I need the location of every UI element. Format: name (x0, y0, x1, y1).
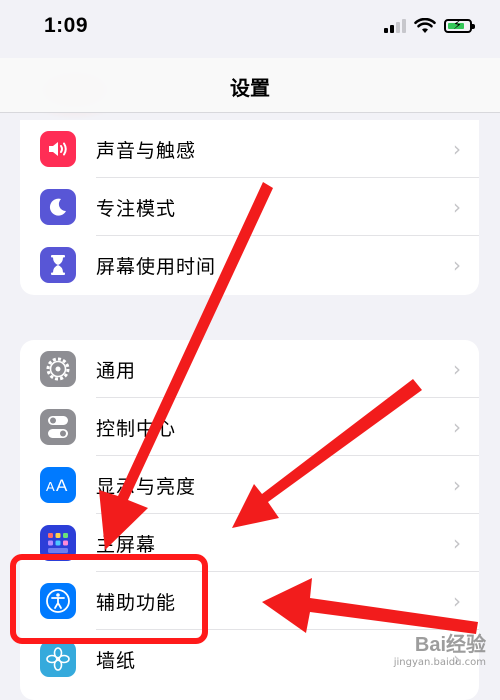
chevron-right-icon: › (453, 137, 461, 161)
settings-group-1: 声音与触感 › 专注模式 › 屏幕使用时间 › (20, 120, 479, 295)
chevron-right-icon: › (453, 415, 461, 439)
navigation-bar: 设置 (0, 58, 500, 113)
watermark: Bai经验 jingyan.baidu.com (394, 628, 486, 668)
settings-row-label: 专注模式 (96, 197, 177, 220)
moon-icon (40, 189, 76, 225)
svg-text:A: A (46, 479, 55, 494)
flower-icon (40, 641, 76, 677)
settings-row-display[interactable]: A A 显示与亮度 › (20, 456, 479, 514)
page-title: 设置 (230, 76, 270, 100)
gear-icon (40, 351, 76, 387)
chevron-right-icon: › (453, 253, 461, 277)
status-icons: ⚡ (384, 18, 475, 34)
text-size-icon: A A (40, 467, 76, 503)
settings-row-label: 屏幕使用时间 (96, 255, 217, 278)
hourglass-icon (40, 247, 76, 283)
settings-row-label: 控制中心 (96, 417, 177, 440)
settings-row-label: 通用 (96, 359, 137, 382)
cellular-signal-icon (384, 19, 406, 33)
chevron-right-icon: › (453, 531, 461, 555)
highlight-box (10, 554, 208, 644)
settings-row-screen-time[interactable]: 屏幕使用时间 › (20, 236, 479, 294)
chevron-right-icon: › (453, 195, 461, 219)
status-time: 1:09 (44, 14, 89, 37)
settings-row-control-center[interactable]: 控制中心 › (20, 398, 479, 456)
settings-row-general[interactable]: 通用 › (20, 340, 479, 398)
battery-icon: ⚡ (444, 18, 475, 33)
speaker-icon (40, 131, 76, 167)
status-bar: 1:09 ⚡ (0, 0, 500, 58)
chevron-right-icon: › (453, 357, 461, 381)
settings-row-focus[interactable]: 专注模式 › (20, 178, 479, 236)
wifi-icon (414, 18, 436, 33)
chevron-right-icon: › (453, 473, 461, 497)
chevron-right-icon: › (453, 589, 461, 613)
settings-row-label: 墙纸 (96, 649, 137, 672)
settings-row-label: 声音与触感 (96, 139, 197, 162)
toggles-icon (40, 409, 76, 445)
watermark-logo: Bai经验 (414, 634, 486, 656)
svg-text:A: A (56, 476, 68, 495)
settings-row-label: 显示与亮度 (96, 475, 197, 498)
watermark-url: jingyan.baidu.com (393, 657, 486, 668)
settings-row-sounds[interactable]: 声音与触感 › (20, 120, 479, 178)
settings-row-label: 主屏幕 (96, 533, 157, 556)
